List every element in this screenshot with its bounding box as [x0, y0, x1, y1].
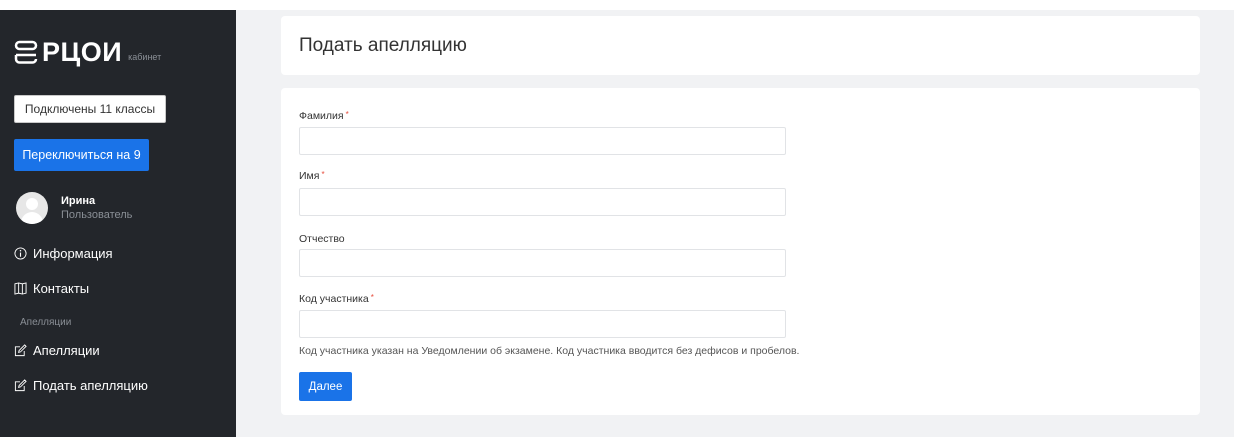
logo-icon — [14, 40, 38, 64]
patronymic-field[interactable] — [299, 249, 786, 277]
surname-field[interactable] — [299, 127, 786, 155]
sidebar-section-appeals: Апелляции — [20, 317, 72, 328]
next-button[interactable]: Далее — [299, 372, 352, 401]
info-circle-icon — [14, 247, 27, 260]
sidebar-item-label: Подать апелляцию — [33, 378, 148, 393]
map-icon — [14, 282, 27, 295]
switch-class-button[interactable]: Переключиться на 9 — [14, 139, 149, 171]
first-name-label: Имя * — [299, 170, 325, 182]
brand-subtitle: кабинет — [128, 52, 162, 62]
user-role: Пользователь — [61, 209, 133, 221]
surname-label: Фамилия * — [299, 110, 349, 122]
patronymic-label: Отчество — [299, 233, 345, 245]
logo[interactable]: РЦОИ кабинет — [14, 38, 161, 66]
page-title: Подать апелляцию — [299, 35, 467, 56]
sidebar: РЦОИ кабинет Подключены 11 классы Перекл… — [0, 10, 236, 437]
connected-classes-button[interactable]: Подключены 11 классы — [14, 95, 166, 123]
participant-code-field[interactable] — [299, 310, 786, 338]
sidebar-item-label: Апелляции — [33, 343, 100, 358]
user-name: Ирина — [61, 195, 96, 207]
edit-icon — [14, 379, 27, 392]
edit-icon — [14, 344, 27, 357]
first-name-field[interactable] — [299, 188, 786, 216]
sidebar-item-contacts[interactable]: Контакты — [14, 281, 89, 296]
sidebar-item-appeals[interactable]: Апелляции — [14, 343, 100, 358]
brand-name: РЦОИ — [42, 37, 123, 67]
main-content: Подать апелляцию Фамилия * Имя * Отчество … — [236, 10, 1234, 437]
participant-code-hint: Код участника указан на Уведомлении об э… — [299, 345, 800, 357]
avatar — [16, 192, 48, 224]
participant-code-label: Код участника * — [299, 293, 374, 305]
sidebar-item-info[interactable]: Информация — [14, 246, 113, 261]
sidebar-item-label: Контакты — [33, 281, 90, 296]
sidebar-item-submit-appeal[interactable]: Подать апелляцию — [14, 378, 148, 393]
page-header-card: Подать апелляцию — [281, 16, 1200, 75]
required-mark: * — [370, 293, 374, 302]
appeal-form: Фамилия * Имя * Отчество Код участника * Ко… — [281, 88, 1200, 415]
sidebar-item-label: Информация — [33, 246, 113, 261]
required-mark: * — [345, 110, 349, 119]
required-mark: * — [321, 170, 325, 179]
user-profile[interactable]: Ирина Пользователь — [16, 192, 132, 224]
